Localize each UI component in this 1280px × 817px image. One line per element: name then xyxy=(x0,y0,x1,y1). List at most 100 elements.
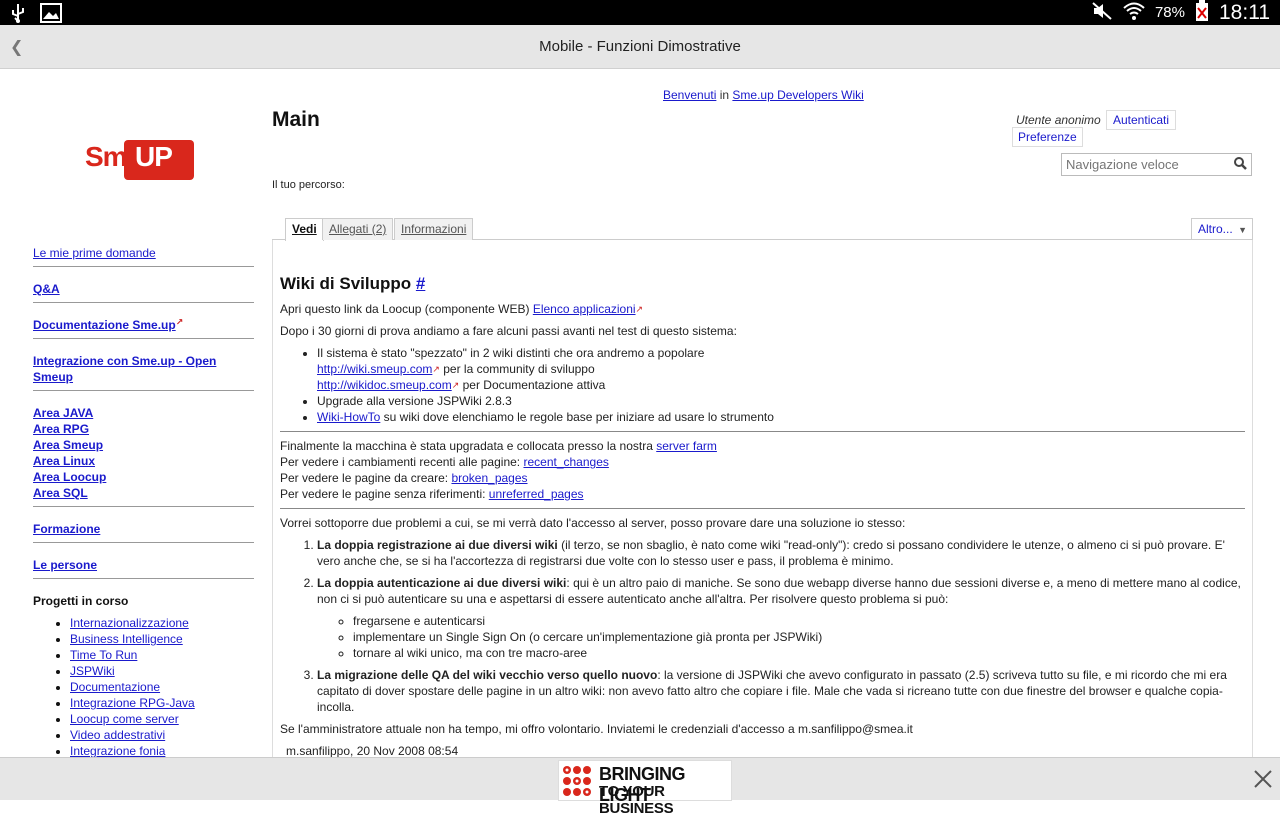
list-item: Wiki-HowTo su wiki dove elenchiamo le re… xyxy=(317,409,1245,425)
sidebar-item-link[interactable]: Le persone xyxy=(33,557,254,573)
tab-info[interactable]: Informazioni xyxy=(394,218,474,240)
quick-navigation xyxy=(1061,153,1252,176)
heading-anchor-link[interactable]: # xyxy=(416,274,425,293)
sidebar-item-link[interactable]: Area JAVA xyxy=(33,405,254,421)
project-link[interactable]: JSPWiki xyxy=(70,664,115,678)
numbered-list: La doppia registrazione ai due diversi w… xyxy=(317,537,1245,715)
project-link[interactable]: Video addestrativi xyxy=(70,728,165,742)
project-item: Documentazione xyxy=(70,679,254,695)
search-input[interactable] xyxy=(1062,154,1227,175)
paragraph: Vorrei sottoporre due problemi a cui, se… xyxy=(280,516,906,530)
sidebar-item-link[interactable]: Documentazione Sme.up xyxy=(33,318,176,332)
project-link[interactable]: Business Intelligence xyxy=(70,632,183,646)
sidebar-item-link[interactable]: Q&A xyxy=(33,281,254,297)
status-bar: 78% 18:11 xyxy=(0,0,1280,25)
page-title: Main xyxy=(272,108,320,131)
app-title: Mobile - Funzioni Dimostrative xyxy=(539,38,741,55)
recent-changes-link[interactable]: recent_changes xyxy=(523,455,608,469)
wikidoc-smeup-link[interactable]: http://wikidoc.smeup.com xyxy=(317,378,452,392)
projects-list: Internazionalizzazione Business Intellige… xyxy=(70,615,254,757)
clock: 18:11 xyxy=(1219,0,1270,24)
left-menu: Le mie prime domande Q&A Documentazione … xyxy=(33,245,254,757)
close-icon[interactable] xyxy=(1254,770,1272,793)
signature: m.sanfilippo, 20 Nov 2008 08:54 xyxy=(286,744,459,757)
login-link[interactable]: Autenticati xyxy=(1106,110,1177,130)
ad-bar: BRINGING LIGHT TO YOUR BUSINESS xyxy=(0,757,1280,817)
ad-banner[interactable]: BRINGING LIGHT TO YOUR BUSINESS xyxy=(558,760,732,817)
list-item: implementare un Single Sign On (o cercar… xyxy=(353,629,1245,645)
project-item: Internazionalizzazione xyxy=(70,615,254,631)
web-page: Sme. UP Benvenuti in Sme.up Developers W… xyxy=(0,69,1280,757)
sidebar-item-link[interactable]: Formazione xyxy=(33,521,254,537)
breadcrumb: Il tuo percorso: xyxy=(272,179,345,191)
app-bar: ❮ Mobile - Funzioni Dimostrative xyxy=(0,25,1280,69)
wiki-smeup-link[interactable]: http://wiki.smeup.com xyxy=(317,362,432,376)
project-link[interactable]: Documentazione xyxy=(70,680,160,694)
project-item: Business Intelligence xyxy=(70,631,254,647)
tab-attachments[interactable]: Allegati (2) xyxy=(322,218,394,240)
project-link[interactable]: Loocup come server xyxy=(70,712,179,726)
wiki-howto-link[interactable]: Wiki-HowTo xyxy=(317,410,380,424)
menu-group: Formazione xyxy=(33,521,254,543)
sidebar-item-link[interactable]: Area Smeup xyxy=(33,437,254,453)
project-item: Integrazione RPG-Java xyxy=(70,695,254,711)
sidebar-item-link[interactable]: Integrazione con Sme.up - Open Smeup xyxy=(33,353,254,385)
sidebar-item-link[interactable]: Le mie prime domande xyxy=(33,245,254,261)
project-link[interactable]: Internazionalizzazione xyxy=(70,616,189,630)
list-item: Upgrade alla versione JSPWiki 2.8.3 xyxy=(317,393,1245,409)
wifi-icon xyxy=(1123,1,1145,25)
links-block: Finalmente la macchina è stata upgradata… xyxy=(280,439,717,501)
list-item: La doppia autenticazione ai due diversi … xyxy=(317,575,1245,661)
unreferred-pages-link[interactable]: unreferred_pages xyxy=(489,487,584,501)
projects-title: Progetti in corso xyxy=(33,594,129,608)
sidebar-item-link[interactable]: Area Loocup xyxy=(33,469,254,485)
list-item: tornare al wiki unico, ma con tre macro-… xyxy=(353,645,1245,661)
app-list-link[interactable]: Elenco applicazioni xyxy=(533,302,636,316)
project-item: Integrazione fonia xyxy=(70,743,254,757)
external-link-icon: ↗ xyxy=(432,364,440,374)
section-heading: Wiki di Sviluppo # xyxy=(280,274,426,293)
paragraph: Se l'amministratore attuale non ha tempo… xyxy=(280,722,913,736)
sidebar-item-link[interactable]: Area RPG xyxy=(33,421,254,437)
list-item: La doppia registrazione ai due diversi w… xyxy=(317,537,1245,569)
ad-logo-icon xyxy=(561,764,597,805)
menu-group: Q&A xyxy=(33,281,254,303)
bullet-list: Il sistema è stato "spezzato" in 2 wiki … xyxy=(317,345,1245,425)
project-item: Video addestrativi xyxy=(70,727,254,743)
search-icon[interactable] xyxy=(1234,157,1247,175)
list-item: La migrazione delle QA del wiki vecchio … xyxy=(317,667,1245,715)
preferences-link[interactable]: Preferenze xyxy=(1012,127,1083,147)
paragraph: Dopo i 30 giorni di prova andiamo a fare… xyxy=(280,324,737,338)
broken-pages-link[interactable]: broken_pages xyxy=(451,471,527,485)
project-link[interactable]: Integrazione RPG-Java xyxy=(70,696,195,710)
menu-group: Integrazione con Sme.up - Open Smeup xyxy=(33,353,254,391)
ad-line2: TO YOUR BUSINESS xyxy=(599,783,674,817)
server-farm-link[interactable]: server farm xyxy=(656,439,717,453)
menu-group: Le persone xyxy=(33,557,254,579)
more-menu[interactable]: Altro... ▼ xyxy=(1191,218,1253,240)
page-content: Wiki di Sviluppo # Apri questo link da L… xyxy=(272,240,1253,757)
paragraph: Apri questo link da Loocup (componente W… xyxy=(280,302,644,316)
sub-list: fregarsene e autenticarsi implementare u… xyxy=(353,613,1245,661)
mute-icon xyxy=(1091,1,1113,25)
external-link-icon: ↗ xyxy=(635,304,644,314)
battery-percent: 78% xyxy=(1154,4,1185,21)
page-tabs: Vedi Allegati (2) Informazioni Altro... ▼ xyxy=(272,217,1253,241)
smeup-logo[interactable]: Sme. UP xyxy=(85,140,195,181)
divider xyxy=(280,431,1245,432)
project-link[interactable]: Integrazione fonia xyxy=(70,744,165,757)
divider xyxy=(280,508,1245,509)
menu-group: Documentazione Sme.up↗ xyxy=(33,317,254,339)
welcome-link[interactable]: Benvenuti xyxy=(663,88,716,102)
sidebar-item-link[interactable]: Area SQL xyxy=(33,485,254,501)
wiki-name-link[interactable]: Sme.up Developers Wiki xyxy=(732,88,863,102)
battery-icon xyxy=(1195,0,1209,26)
list-item: fregarsene e autenticarsi xyxy=(353,613,1245,629)
sidebar-item-link[interactable]: Area Linux xyxy=(33,453,254,469)
tab-view[interactable]: Vedi xyxy=(285,218,324,241)
list-item: Il sistema è stato "spezzato" in 2 wiki … xyxy=(317,345,1245,393)
welcome-line: Benvenuti in Sme.up Developers Wiki xyxy=(663,88,864,102)
project-link[interactable]: Time To Run xyxy=(70,648,137,662)
external-link-icon: ↗ xyxy=(175,317,184,327)
project-item: JSPWiki xyxy=(70,663,254,679)
